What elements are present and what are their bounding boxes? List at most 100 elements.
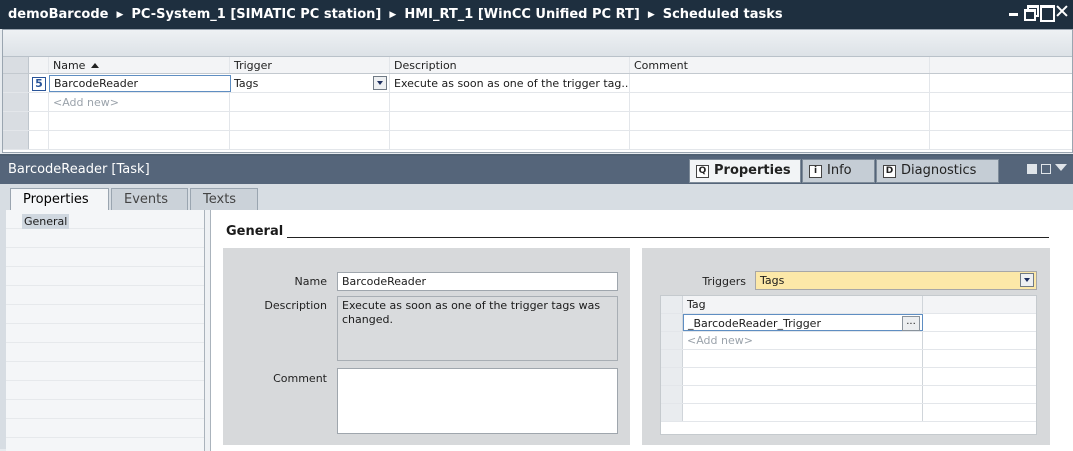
trigger-tag-empty-row [661, 368, 1036, 386]
column-header-tag[interactable]: Tag [683, 296, 923, 313]
nav-row [6, 362, 204, 381]
row-header [661, 386, 683, 403]
trigger-tag-empty-row [661, 386, 1036, 404]
nav-row [6, 324, 204, 343]
add-new-cell[interactable]: <Add new> [49, 93, 230, 111]
empty-cell [390, 131, 630, 149]
triggers-label: Triggers [702, 275, 746, 288]
float-window-icon[interactable] [1027, 164, 1037, 174]
tab-info[interactable]: i Info [802, 159, 875, 183]
empty-cell [49, 112, 230, 130]
nav-row [6, 286, 204, 305]
row-header-2 [29, 93, 49, 111]
column-header-comment[interactable]: Comment [630, 57, 930, 73]
subtab-events[interactable]: Events [111, 188, 188, 210]
triggers-select[interactable]: Tags [755, 271, 1037, 290]
restore-icon[interactable] [1024, 5, 1039, 21]
add-new-tag-cell[interactable]: <Add new> [683, 332, 923, 349]
breadcrumb-device[interactable]: HMI_RT_1 [WinCC Unified PC RT] [404, 7, 640, 22]
subtab-texts[interactable]: Texts [190, 188, 258, 210]
info-icon: i [809, 165, 822, 178]
inspector-controls [1027, 164, 1067, 174]
close-icon[interactable] [1056, 5, 1067, 17]
row-number: 5 [32, 77, 46, 91]
diagnostics-icon: D [883, 165, 896, 178]
properties-nav: General [6, 210, 204, 451]
chevron-down-icon[interactable] [1020, 273, 1034, 287]
browse-tag-button[interactable]: ... [902, 316, 920, 331]
section-divider [287, 237, 1049, 238]
inspector-window: BarcodeReader [Task] Q Properties i Info… [0, 154, 1073, 451]
nav-row [6, 381, 204, 400]
comment-field[interactable] [337, 368, 618, 434]
empty-cell [390, 93, 630, 111]
tab-diagnostics[interactable]: D Diagnostics [876, 159, 999, 183]
inspector-header: BarcodeReader [Task] Q Properties i Info… [0, 156, 1073, 184]
nav-row [6, 305, 204, 324]
column-header-name[interactable]: Name [49, 57, 230, 73]
row-header[interactable] [3, 74, 29, 92]
trigger-tag-row[interactable]: _BarcodeReader_Trigger ... [661, 314, 1036, 332]
description-label: Description [264, 299, 327, 312]
section-title: General [226, 224, 284, 239]
trigger-tags-header: Tag [661, 296, 1036, 314]
tab-properties[interactable]: Q Properties [689, 159, 801, 183]
task-description-cell[interactable]: Execute as soon as one of the trigger ta… [390, 74, 630, 92]
collapse-down-icon[interactable] [1055, 164, 1067, 171]
breadcrumb-separator-icon: ▶ [647, 9, 655, 20]
minimize-icon[interactable] [1008, 5, 1019, 17]
subtab-properties[interactable]: Properties [10, 188, 109, 211]
nav-row [6, 267, 204, 286]
column-header-name-label: Name [53, 59, 86, 72]
nav-row [6, 419, 204, 438]
trigger-tag-cell[interactable]: _BarcodeReader_Trigger ... [683, 314, 923, 331]
empty-cell [230, 131, 390, 149]
task-comment-cell[interactable] [630, 74, 930, 92]
empty-cell [230, 93, 390, 111]
task-name-cell[interactable]: BarcodeReader [49, 75, 231, 92]
row-header [661, 332, 683, 349]
empty-cell [630, 112, 930, 130]
tab-properties-label: Properties [714, 163, 791, 178]
trigger-tag-add-row[interactable]: <Add new> [661, 332, 1036, 350]
nav-row [6, 248, 204, 267]
row-header [3, 131, 29, 149]
row-header-corner [661, 296, 683, 313]
nav-item-general[interactable]: General [6, 210, 204, 229]
editor-toolbar [3, 30, 1072, 57]
empty-cell [683, 350, 923, 367]
table-row-empty [3, 112, 1072, 131]
row-header [661, 350, 683, 367]
sort-ascending-icon [91, 63, 100, 68]
table-row-add-new[interactable]: <Add new> [3, 93, 1072, 112]
task-trigger-value: Tags [234, 77, 259, 90]
triggers-select-value: Tags [760, 274, 785, 287]
task-trigger-cell[interactable]: Tags [230, 74, 390, 92]
breadcrumb-separator-icon: ▶ [389, 9, 397, 20]
general-panel: Name BarcodeReader Description Execute a… [223, 248, 630, 445]
maximize-icon[interactable] [1040, 5, 1055, 22]
row-header [661, 314, 683, 331]
name-field[interactable]: BarcodeReader [337, 272, 618, 291]
row-header-corner [3, 57, 29, 73]
chevron-down-icon[interactable] [373, 76, 387, 90]
empty-cell [683, 368, 923, 385]
row-header [3, 93, 29, 111]
column-header-trigger[interactable]: Trigger [230, 57, 390, 73]
description-field[interactable]: Execute as soon as one of the trigger ta… [337, 296, 618, 361]
breadcrumb-project[interactable]: demoBarcode [8, 7, 108, 22]
breadcrumb-editor: Scheduled tasks [662, 7, 783, 22]
maximize-icon[interactable] [1041, 164, 1051, 174]
properties-content: General Name BarcodeReader Description E… [211, 210, 1073, 451]
comment-label: Comment [273, 372, 327, 385]
column-header-description[interactable]: Description [390, 57, 630, 73]
properties-icon: Q [696, 165, 709, 178]
table-row-empty [3, 131, 1072, 150]
tab-diagnostics-label: Diagnostics [901, 163, 977, 178]
empty-cell [683, 386, 923, 403]
splitter-handle[interactable] [204, 210, 211, 451]
row-header [661, 368, 683, 385]
table-row[interactable]: 5 BarcodeReader Tags Execute as soon as … [3, 74, 1072, 93]
nav-row [6, 229, 204, 248]
breadcrumb-station[interactable]: PC-System_1 [SIMATIC PC station] [131, 7, 381, 22]
